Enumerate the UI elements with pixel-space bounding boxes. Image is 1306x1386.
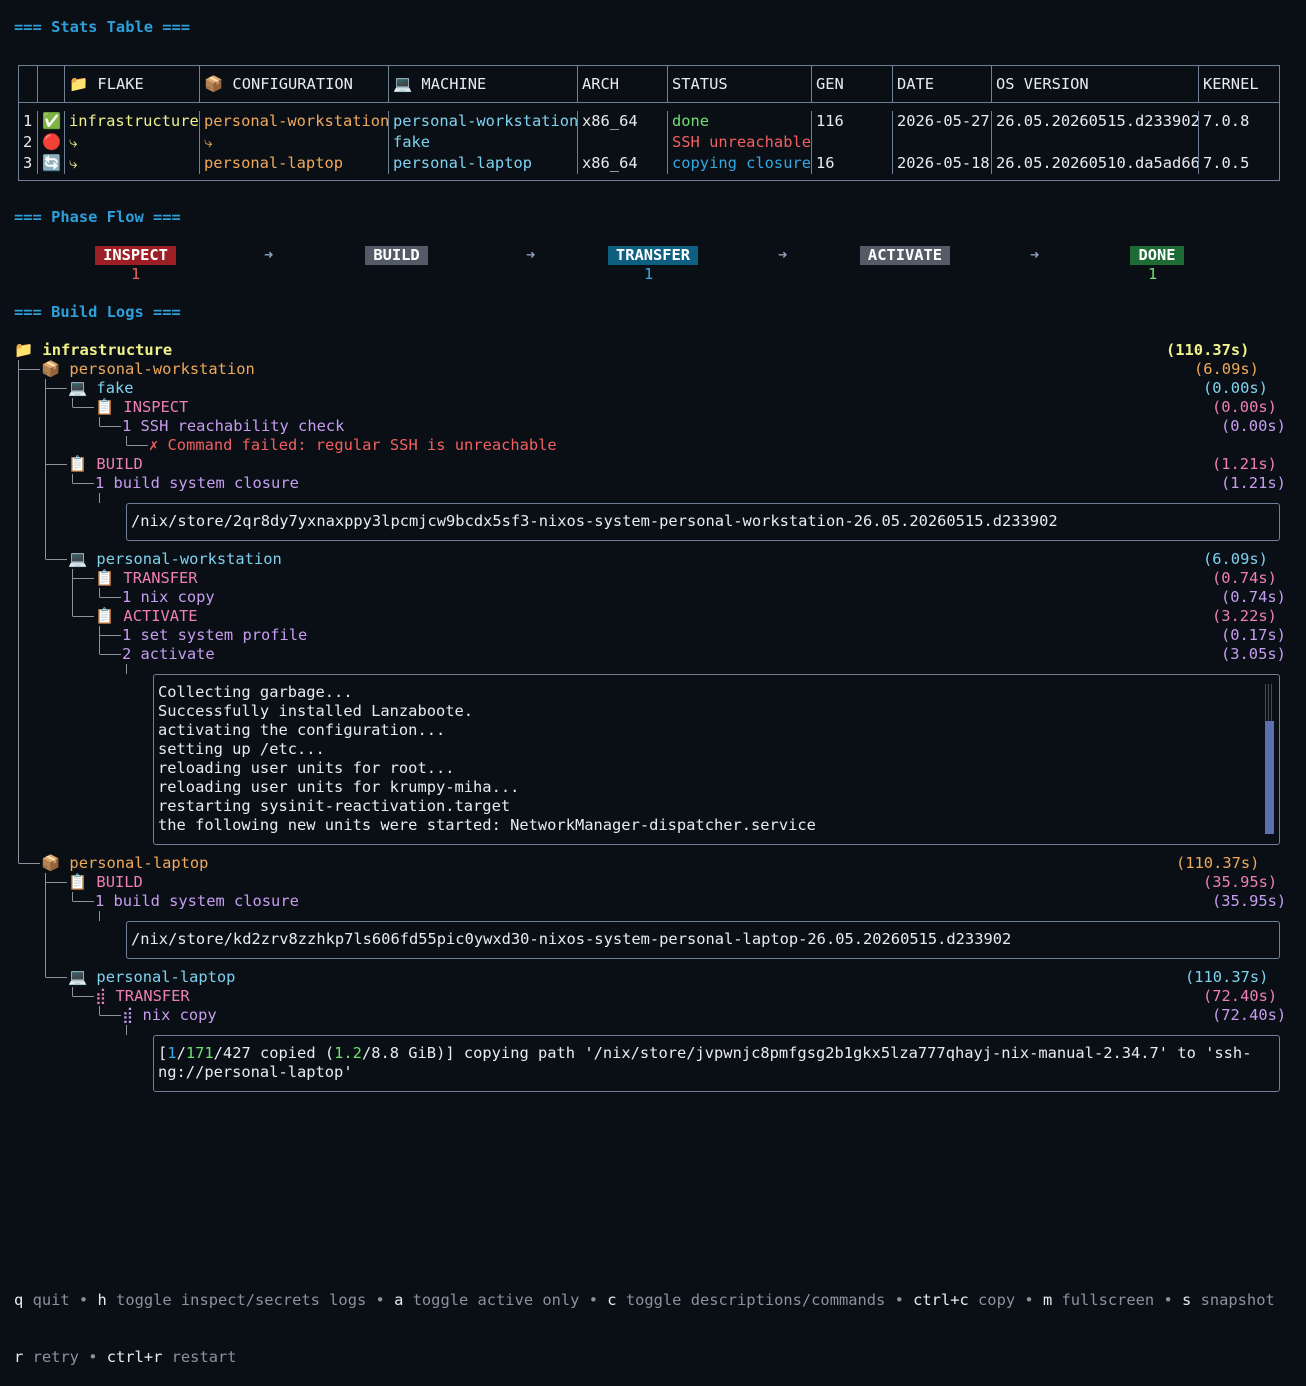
log-step-activate[interactable]: 2 activate <box>122 645 215 664</box>
key-desc: toggle inspect/secrets logs <box>116 1291 367 1309</box>
log-node-machine-personal-workstation[interactable]: 💻 personal-workstation <box>68 550 282 569</box>
log-output-line: reloading user units for krumpy-miha... <box>158 778 520 796</box>
log-step-nix-copy-spinner[interactable]: ⣾ nix copy <box>122 1006 217 1025</box>
scrollbar-thumb[interactable] <box>1265 721 1274 834</box>
log-output-line: activating the configuration... <box>158 721 446 739</box>
key-snapshot[interactable]: s <box>1182 1291 1191 1309</box>
log-node-config-personal-workstation[interactable]: 📦 personal-workstation <box>41 360 255 379</box>
copy-progress-b: 171 <box>185 1044 214 1062</box>
log-time: (110.37s) <box>1185 968 1269 986</box>
key-restart[interactable]: ctrl+r <box>107 1348 163 1366</box>
log-output-box[interactable]: /nix/store/2qr8dy7yxnaxppy3lpcmjcw9bcdx5… <box>126 503 1280 541</box>
log-output-line: the following new units were started: Ne… <box>158 816 816 834</box>
key-desc: fullscreen <box>1061 1291 1155 1309</box>
log-node-phase-activate[interactable]: 📋 ACTIVATE <box>95 607 198 626</box>
log-time: (0.00s) <box>1212 398 1277 416</box>
log-error-message: ✗ Command failed: regular SSH is unreach… <box>149 436 557 454</box>
log-node-phase-transfer-spinner[interactable]: ⣾ TRANSFER <box>95 987 190 1006</box>
key-fullscreen[interactable]: m <box>1043 1291 1052 1309</box>
log-step-set-profile[interactable]: 1 set system profile <box>122 626 307 645</box>
key-toggle-inspect[interactable]: h <box>97 1291 106 1309</box>
log-time: (0.00s) <box>1203 379 1268 397</box>
text-span: [ <box>158 1044 168 1062</box>
log-output-line: setting up /etc... <box>158 740 325 758</box>
scrollbar-track[interactable] <box>1265 684 1274 721</box>
log-node-phase-transfer[interactable]: 📋 TRANSFER <box>95 569 198 588</box>
log-time: (110.37s) <box>1166 341 1250 359</box>
log-output-line: restarting sysinit-reactivation.target <box>158 797 511 815</box>
log-time: (35.95s) <box>1203 873 1278 891</box>
key-desc: toggle active only <box>412 1291 580 1309</box>
log-time: (0.00s) <box>1221 417 1286 435</box>
log-time: (0.17s) <box>1221 626 1286 644</box>
activate-output-box[interactable]: Collecting garbage... Successfully insta… <box>153 674 1280 845</box>
key-quit[interactable]: q <box>14 1291 23 1309</box>
key-desc: retry <box>32 1348 79 1366</box>
log-time: (72.40s) <box>1203 987 1278 1005</box>
copy-progress-line: [1/171/427 copied (1.2/8.8 GiB)] copying… <box>158 1044 1251 1063</box>
log-time: (6.09s) <box>1194 360 1259 378</box>
log-time: (6.09s) <box>1203 550 1268 568</box>
log-time: (3.22s) <box>1212 607 1277 625</box>
key-desc: toggle descriptions/commands <box>625 1291 886 1309</box>
key-copy[interactable]: ctrl+c <box>913 1291 969 1309</box>
separator: • <box>588 1291 598 1309</box>
text-span: / <box>176 1044 186 1062</box>
separator: • <box>78 1291 89 1309</box>
log-node-phase-inspect[interactable]: 📋 INSPECT <box>95 398 188 417</box>
log-step-ssh-check[interactable]: 1 SSH reachability check <box>122 417 344 436</box>
log-node-phase-build[interactable]: 📋 BUILD <box>68 455 143 474</box>
log-node-infrastructure[interactable]: 📁 infrastructure <box>14 341 172 360</box>
copy-progress-box[interactable]: [1/171/427 copied (1.2/8.8 GiB)] copying… <box>153 1035 1280 1092</box>
log-time: (35.95s) <box>1212 892 1287 910</box>
log-output-text: /nix/store/2qr8dy7yxnaxppy3lpcmjcw9bcdx5… <box>131 512 1058 530</box>
log-output-line: reloading user units for root... <box>158 759 455 777</box>
log-time: (110.37s) <box>1176 854 1260 872</box>
text-span: /427 copied ( <box>213 1044 335 1062</box>
separator: • <box>88 1348 98 1366</box>
log-step-nix-copy[interactable]: 1 nix copy <box>122 588 215 607</box>
log-time: (1.21s) <box>1212 455 1277 473</box>
key-desc: copy <box>978 1291 1016 1309</box>
key-retry[interactable]: r <box>14 1348 23 1366</box>
log-output-box[interactable]: /nix/store/kd2zrv8zzhkp7ls606fd55pic0ywx… <box>126 921 1280 959</box>
separator: • <box>375 1291 385 1309</box>
log-output-text: /nix/store/kd2zrv8zzhkp7ls606fd55pic0ywx… <box>131 930 1012 948</box>
copy-progress-size: 1.2 <box>334 1044 362 1062</box>
log-node-config-personal-laptop[interactable]: 📦 personal-laptop <box>41 854 208 873</box>
copy-progress-a: 1 <box>167 1044 177 1062</box>
separator: • <box>1024 1291 1034 1309</box>
log-node-machine-fake[interactable]: 💻 fake <box>68 379 134 398</box>
separator: • <box>1163 1291 1173 1309</box>
copy-progress-line-2: ng://personal-laptop' <box>158 1063 353 1081</box>
log-time: (0.74s) <box>1221 588 1286 606</box>
key-desc: restart <box>171 1348 237 1366</box>
log-time: (72.40s) <box>1212 1006 1287 1024</box>
separator: • <box>894 1291 904 1309</box>
key-desc: quit <box>32 1291 70 1309</box>
log-time: (0.74s) <box>1212 569 1277 587</box>
log-output-line: Collecting garbage... <box>158 683 353 701</box>
text-span: /8.8 GiB)] copying path '/nix/store/jvpw… <box>361 1044 1252 1062</box>
status-bar: q quit • h toggle inspect/secrets logs •… <box>14 1253 1275 1386</box>
key-toggle-active[interactable]: a <box>394 1291 403 1309</box>
key-toggle-descriptions[interactable]: c <box>607 1291 616 1309</box>
log-node-phase-build[interactable]: 📋 BUILD <box>68 873 143 892</box>
log-time: (1.21s) <box>1221 474 1286 492</box>
status-bar-line-2: r retry • ctrl+r restart <box>14 1348 1275 1367</box>
status-bar-line-1: q quit • h toggle inspect/secrets logs •… <box>14 1291 1275 1310</box>
key-desc: snapshot <box>1200 1291 1275 1309</box>
log-time: (3.05s) <box>1221 645 1286 663</box>
log-node-machine-personal-laptop[interactable]: 💻 personal-laptop <box>68 968 235 987</box>
log-step-build-closure[interactable]: 1 build system closure <box>95 892 299 911</box>
log-output-line: Successfully installed Lanzaboote. <box>158 702 474 720</box>
log-step-build-closure[interactable]: 1 build system closure <box>95 474 299 493</box>
